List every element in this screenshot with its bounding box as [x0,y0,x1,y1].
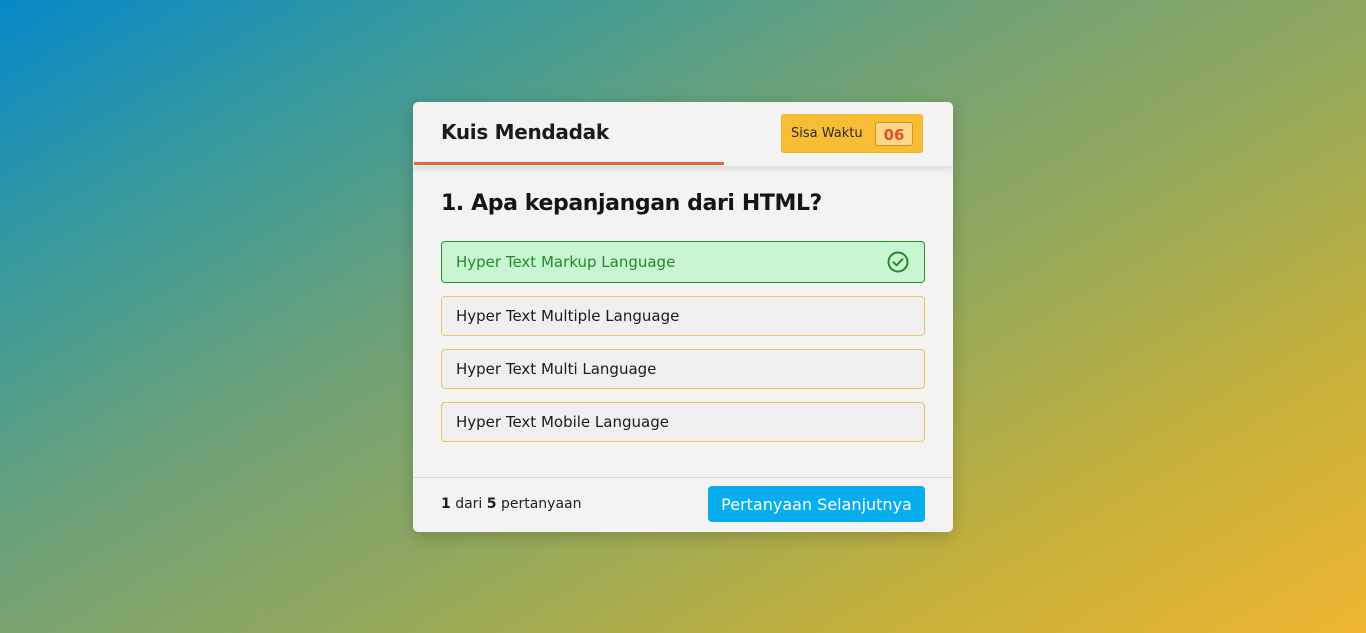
quiz-box: Kuis Mendadak Sisa Waktu 06 1. Apa kepan… [413,102,953,532]
option-2[interactable]: Hyper Text Multiple Language [441,296,925,336]
option-4[interactable]: Hyper Text Mobile Language [441,402,925,442]
next-question-button[interactable]: Pertanyaan Selanjutnya [708,486,925,522]
option-label: Hyper Text Multi Language [456,360,657,378]
timer: Sisa Waktu 06 [781,114,923,153]
question-text: 1. Apa kepanjangan dari HTML? [441,191,822,216]
current-question-number: 1 [441,496,451,512]
time-progress-line [414,162,724,165]
counter-between: dari [455,496,483,512]
total-questions-number: 5 [486,496,497,512]
quiz-title: Kuis Mendadak [441,120,609,144]
quiz-header: Kuis Mendadak Sisa Waktu 06 [413,102,953,167]
check-circle-icon [887,251,909,273]
timer-label: Sisa Waktu [791,126,863,141]
question-counter: 1 dari 5 pertanyaan [441,496,582,512]
quiz-footer: 1 dari 5 pertanyaan Pertanyaan Selanjutn… [413,477,953,532]
counter-suffix: pertanyaan [500,496,582,512]
option-3[interactable]: Hyper Text Multi Language [441,349,925,389]
option-1[interactable]: Hyper Text Markup Language [441,241,925,283]
option-label: Hyper Text Multiple Language [456,307,680,325]
option-label: Hyper Text Mobile Language [456,413,669,431]
timer-seconds: 06 [875,122,913,146]
option-label: Hyper Text Markup Language [456,253,676,271]
